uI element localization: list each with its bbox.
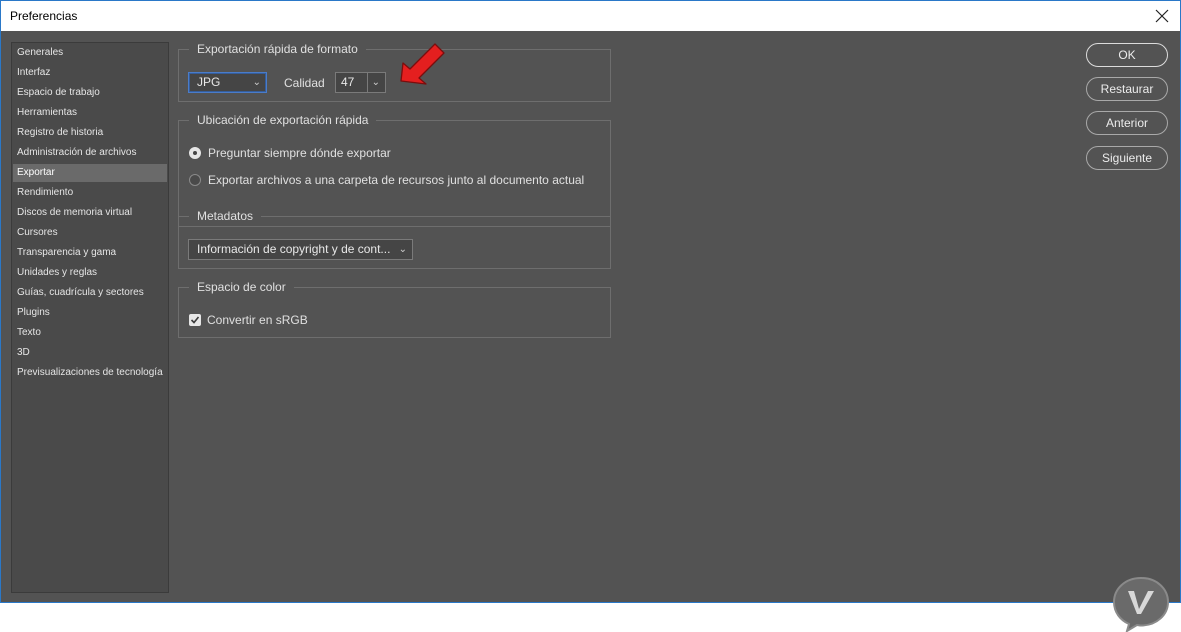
color-space-group: Espacio de color Convertir en sRGB <box>178 279 611 338</box>
radio-export-to-assets-folder-label[interactable]: Exportar archivos a una carpeta de recur… <box>208 173 584 187</box>
sidebar-item-generales[interactable]: Generales <box>13 44 167 62</box>
preferences-dialog: Preferencias Generales Interfaz Espacio … <box>0 0 1181 632</box>
metadata-group: Metadatos Información de copyright y de … <box>178 208 611 269</box>
sidebar-item-guias-cuadricula-y-sectores[interactable]: Guías, cuadrícula y sectores <box>13 284 167 302</box>
sidebar-item-previsualizaciones-de-tecnologia[interactable]: Previsualizaciones de tecnología <box>13 364 167 382</box>
quality-select[interactable]: 47 ⌄ <box>335 72 386 93</box>
sidebar-item-transparencia-y-gama[interactable]: Transparencia y gama <box>13 244 167 262</box>
format-select[interactable]: JPG ⌄ <box>188 72 267 93</box>
quick-export-format-legend: Exportación rápida de formato <box>189 41 366 57</box>
sidebar-item-unidades-y-reglas[interactable]: Unidades y reglas <box>13 264 167 282</box>
sidebar-item-3d[interactable]: 3D <box>13 344 167 362</box>
sidebar-item-herramientas[interactable]: Herramientas <box>13 104 167 122</box>
radio-export-to-assets-folder[interactable] <box>189 174 201 186</box>
preferences-sidebar: Generales Interfaz Espacio de trabajo He… <box>11 42 169 593</box>
quality-select-value: 47 <box>341 75 355 89</box>
color-space-legend: Espacio de color <box>189 279 294 295</box>
watermark-logo-icon <box>1112 576 1170 632</box>
sidebar-item-interfaz[interactable]: Interfaz <box>13 64 167 82</box>
annotation-arrow-icon <box>400 43 445 85</box>
convert-srgb-label[interactable]: Convertir en sRGB <box>207 313 308 327</box>
quality-label: Calidad <box>284 76 325 90</box>
sidebar-item-cursores[interactable]: Cursores <box>13 224 167 242</box>
format-select-value: JPG <box>197 75 221 89</box>
metadata-legend: Metadatos <box>189 208 262 224</box>
convert-srgb-checkbox[interactable] <box>189 314 201 326</box>
title-bar: Preferencias <box>1 1 1180 31</box>
quick-export-location-legend: Ubicación de exportación rápida <box>189 112 377 128</box>
chevron-down-icon: ⌄ <box>252 77 261 88</box>
sidebar-item-espacio-de-trabajo[interactable]: Espacio de trabajo <box>13 84 167 102</box>
sidebar-item-rendimiento[interactable]: Rendimiento <box>13 184 167 202</box>
window-title: Preferencias <box>10 9 78 23</box>
metadata-select[interactable]: Información de copyright y de cont... ⌄ <box>188 239 413 260</box>
reset-button[interactable]: Restaurar <box>1086 77 1168 101</box>
checkmark-icon <box>190 316 200 324</box>
sidebar-item-plugins[interactable]: Plugins <box>13 304 167 322</box>
sidebar-item-registro-de-historia[interactable]: Registro de historia <box>13 124 167 142</box>
sidebar-item-administracion-de-archivos[interactable]: Administración de archivos <box>13 144 167 162</box>
sidebar-item-texto[interactable]: Texto <box>13 324 167 342</box>
metadata-select-value: Información de copyright y de cont... <box>197 242 391 256</box>
chevron-down-icon: ⌄ <box>366 73 380 92</box>
quick-export-format-group: Exportación rápida de formato JPG ⌄ Cali… <box>178 41 611 102</box>
dialog-content: Generales Interfaz Espacio de trabajo He… <box>1 31 1180 632</box>
chevron-down-icon: ⌄ <box>398 244 407 255</box>
next-button[interactable]: Siguiente <box>1086 146 1168 170</box>
previous-button[interactable]: Anterior <box>1086 111 1168 135</box>
radio-ask-always-label[interactable]: Preguntar siempre dónde exportar <box>208 146 391 160</box>
ok-button[interactable]: OK <box>1086 43 1168 67</box>
sidebar-item-discos-de-memoria-virtual[interactable]: Discos de memoria virtual <box>13 204 167 222</box>
close-icon[interactable] <box>1152 6 1172 26</box>
sidebar-item-exportar[interactable]: Exportar <box>13 164 167 182</box>
radio-ask-always[interactable] <box>189 147 201 159</box>
